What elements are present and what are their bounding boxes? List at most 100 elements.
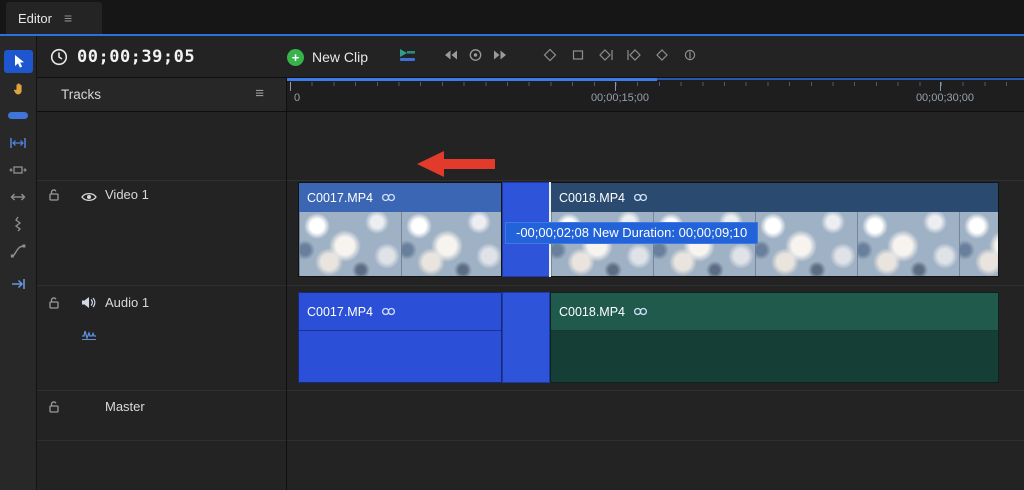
curve-tool-button[interactable] [0,237,37,264]
marker-in-button[interactable] [598,48,614,67]
record-circle-icon [468,48,483,62]
slip-tool-button[interactable] [0,156,37,183]
clip-thumbnails [299,212,501,276]
video-clip-c0017[interactable]: C0017.MP4 [298,182,502,277]
ruler-major-ticks [290,82,1024,91]
play-around-button[interactable] [468,48,483,67]
marker-circle-button[interactable] [682,48,698,67]
track-label-master[interactable]: Master [105,399,145,414]
annotation-arrow-left [417,151,495,177]
video-clip-c0018-header: C0018.MP4 [551,183,998,212]
insert-arrow-icon [10,278,26,290]
clip-name: C0017.MP4 [307,191,373,205]
panel-tab-bar: Editor ≡ [0,0,1024,34]
track-select-icon [8,112,28,119]
master-track-lock-icon[interactable] [47,400,61,419]
link-icon[interactable] [633,303,648,321]
new-clip-button[interactable]: + New Clip [287,36,368,78]
diamond-icon [542,48,558,62]
link-icon[interactable] [381,303,396,321]
audio-clip-body [299,331,501,382]
next-edit-button[interactable] [492,48,509,67]
video-track-lock-icon[interactable] [47,188,61,207]
insert-tool-button[interactable] [0,270,37,297]
auto-ripple-button[interactable] [397,47,417,68]
hand-icon [11,81,26,97]
track-separator [287,285,1024,286]
hand-tool-button[interactable] [0,75,37,102]
auto-ripple-icon [397,47,417,63]
marker-diamond-button[interactable] [654,48,670,67]
track-separator [287,390,1024,391]
tab-menu-icon[interactable]: ≡ [64,11,72,25]
diamond-small-icon [654,48,670,62]
audio-clip-body [551,331,998,382]
curve-icon [10,244,26,258]
rewind-icon [442,48,459,62]
audio-clip-c0018[interactable]: C0018.MP4 [550,292,999,383]
razor-icon [13,216,23,232]
trim-preview-region-audio[interactable] [502,292,550,383]
track-label-video-1[interactable]: Video 1 [105,187,149,202]
video-track-visibility-icon[interactable] [81,190,97,208]
clock-icon [50,48,68,71]
audio-clip-c0017-header: C0017.MP4 [299,293,501,331]
razor-tool-button[interactable] [0,210,37,237]
link-icon[interactable] [381,189,396,207]
slide-icon [9,192,27,202]
track-separator [287,440,1024,441]
audio-clip-c0017[interactable]: C0017.MP4 [298,292,502,383]
timeline-area[interactable]: C0017.MP4 C0018.MP4 [287,112,1024,490]
previous-edit-button[interactable] [442,48,459,67]
track-separator [37,440,286,441]
plus-icon: + [287,49,304,66]
toolbar-transport-group [442,36,509,78]
track-separator [37,180,286,181]
toolbar-snap-group [397,36,417,78]
slide-tool-button[interactable] [0,183,37,210]
track-separator [37,285,286,286]
audio-track-mute-icon[interactable] [81,296,96,314]
ruler-label-15s: 00;00;15;00 [570,92,670,104]
track-select-tool-button[interactable] [0,102,37,129]
trim-icon [9,137,27,149]
track-label-audio-1[interactable]: Audio 1 [105,295,149,310]
new-clip-label: New Clip [312,49,368,65]
marker-out-button[interactable] [626,48,642,67]
tracks-panel-header: Tracks ≡ [37,78,287,112]
trim-duration-tooltip: -00;00;02;08 New Duration: 00;00;09;10 [505,222,758,244]
selection-tool-button[interactable] [0,48,37,75]
tracks-menu-icon[interactable]: ≡ [255,85,264,102]
keyframe-diamond-button[interactable] [542,48,558,67]
timeline-ruler[interactable]: 0 00;00;15;00 00;00;30;00 [287,78,1024,112]
clip-name: C0018.MP4 [559,191,625,205]
video-clip-c0017-header: C0017.MP4 [299,183,501,212]
selection-arrow-icon [12,54,25,69]
square-marker-icon [570,48,586,62]
timeline-toolbar: 00;00;39;05 + New Clip [37,36,1024,78]
link-icon[interactable] [633,189,648,207]
track-separator [287,180,1024,181]
region-marker-button[interactable] [570,48,586,67]
selection-tool-highlight [4,50,33,73]
trim-tool-button[interactable] [0,129,37,156]
track-separator [37,390,286,391]
slip-icon [9,164,27,176]
circle-bar-icon [682,48,698,62]
current-timecode[interactable]: 00;00;39;05 [77,36,195,78]
clip-name: C0018.MP4 [559,305,625,319]
audio-track-lock-icon[interactable] [47,296,61,315]
video-editor-window: Editor ≡ [0,0,1024,490]
tracks-title: Tracks [61,87,101,102]
diamond-line-left-icon [626,48,642,62]
audio-waveform-toggle-icon[interactable] [81,328,97,346]
fast-forward-icon [492,48,509,62]
ruler-workarea-bar [287,78,657,81]
toolbar-marker-group [542,36,698,78]
ruler-label-30s: 00;00;30;00 [895,92,995,104]
audio-clip-c0018-header: C0018.MP4 [551,293,998,331]
tab-editor[interactable]: Editor ≡ [6,2,102,34]
track-headers-panel: Video 1 Audio 1 [37,112,287,490]
clip-name: C0017.MP4 [307,305,373,319]
ruler-label-0: 0 [294,92,300,104]
